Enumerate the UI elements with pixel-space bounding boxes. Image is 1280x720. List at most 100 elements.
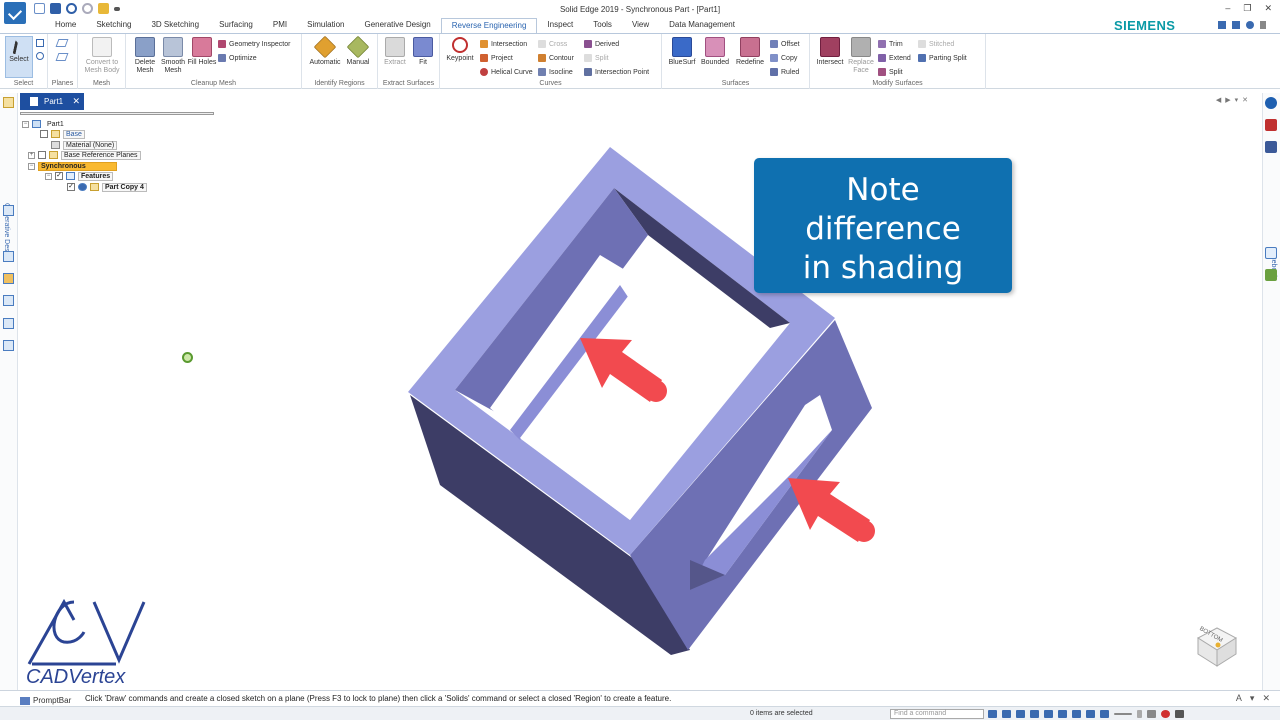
tab-3d-sketching[interactable]: 3D Sketching [141,18,209,33]
zoom-area-icon[interactable] [1002,710,1011,718]
select-tool[interactable]: Select [4,37,34,64]
tree-row-synchronous[interactable]: − Synchronous [28,161,117,171]
layers-icon[interactable] [3,251,14,262]
helical-curve-button[interactable]: Helical Curve [480,67,533,77]
family-icon[interactable] [3,295,14,306]
close-document-icon[interactable]: ✕ [72,96,80,107]
tab-generative-design[interactable]: Generative Design [354,18,440,33]
parting-split-button[interactable]: Parting Split [918,53,967,63]
curve-split-button[interactable]: Split [584,53,609,63]
delete-mesh-button[interactable]: Delete Mesh [130,37,160,75]
collapse-icon[interactable]: − [22,120,29,128]
bluesurf-button[interactable]: BlueSurf [666,37,698,67]
help-icon[interactable] [1246,21,1254,29]
part-copy-checkbox[interactable]: ✓ [67,183,75,191]
rotate-icon[interactable] [1044,710,1053,718]
convert-to-mesh-button[interactable]: Convert to Mesh Body [83,37,121,75]
view-orientation-icon[interactable] [1058,710,1067,718]
select-mode-icon[interactable] [36,52,44,60]
intersection-point-button[interactable]: Intersection Point [584,67,649,77]
split-surface-button[interactable]: Split [878,67,903,77]
minimize-button[interactable]: – [1225,3,1230,14]
sensors-icon[interactable] [3,340,14,351]
expand-icon[interactable]: + [28,151,35,159]
promptbar-dropdown-icon[interactable]: ▾ [1250,693,1255,704]
extract-button[interactable]: Extract [380,37,410,67]
pan-icon[interactable] [1030,710,1039,718]
contour-button[interactable]: Contour [538,53,574,63]
copy-button[interactable]: Copy [770,53,797,63]
tab-sketching[interactable]: Sketching [86,18,141,33]
keypoint-button[interactable]: Keypoint [444,37,476,63]
zoom-in-icon[interactable] [1147,710,1156,718]
layout-icon[interactable] [1232,21,1240,29]
youtube-icon[interactable] [1265,119,1277,131]
shaded-view-icon[interactable] [1072,710,1081,718]
promptbar-tab[interactable]: PromptBar [20,695,82,706]
pin-icon[interactable] [3,97,14,108]
fit-view-icon[interactable] [988,710,997,718]
tree-row-material[interactable]: Material (None) [51,140,118,150]
library-icon[interactable] [3,273,14,284]
cross-button[interactable]: Cross [538,39,567,49]
tree-row-features[interactable]: − ✓ Features [45,171,114,181]
zoom-icon[interactable] [1016,710,1025,718]
font-size-icon[interactable]: A [1236,693,1242,704]
tab-home[interactable]: Home [45,18,86,33]
project-button[interactable]: Project [480,53,513,63]
zoom-slider-handle[interactable] [1137,710,1142,718]
assembly-icon[interactable] [3,318,14,329]
tree-row-part1[interactable]: − Part1 [22,119,67,129]
record-icon[interactable] [1161,710,1170,718]
view-cube[interactable] [1192,618,1242,668]
base-checkbox[interactable] [40,130,48,138]
tab-surfacing[interactable]: Surfacing [209,18,263,33]
plane-icon[interactable] [55,53,69,61]
manual-button[interactable]: Manual [342,35,374,67]
close-button[interactable]: ✕ [1264,3,1272,14]
tab-reverse-engineering[interactable]: Reverse Engineering [440,18,538,33]
tree-row-part-copy[interactable]: ✓ Part Copy 4 [67,182,147,192]
options-icon[interactable] [1218,21,1226,29]
tab-view[interactable]: View [622,18,659,33]
plane-icon[interactable] [55,39,69,47]
smooth-mesh-button[interactable]: Smooth Mesh [158,37,188,75]
fit-button[interactable]: Fit [408,37,438,67]
geometry-inspector-button[interactable]: Geometry Inspector [218,39,290,49]
pathfinder-icon[interactable] [3,205,14,216]
help-circle-icon[interactable] [1265,97,1277,109]
trim-button[interactable]: Trim [878,39,903,49]
redefine-button[interactable]: Redefine [733,37,767,67]
tab-simulation[interactable]: Simulation [297,18,354,33]
named-views-icon[interactable] [1086,710,1095,718]
tree-row-base-ref-planes[interactable]: + Base Reference Planes [28,150,141,160]
collapse-ribbon-icon[interactable] [1260,21,1266,29]
document-nav-arrows[interactable]: ◀▶▾✕ [1216,96,1252,104]
document-tab-part1[interactable]: Part1 ✕ [20,93,84,110]
ruled-button[interactable]: Ruled [770,67,799,77]
isocline-button[interactable]: Isocline [538,67,573,77]
tab-inspect[interactable]: Inspect [537,18,583,33]
intersection-button[interactable]: Intersection [480,39,527,49]
features-checkbox[interactable]: ✓ [55,172,63,180]
fill-holes-button[interactable]: Fill Holes [187,37,217,67]
offset-button[interactable]: Offset [770,39,800,49]
select-filter-icon[interactable] [36,39,44,47]
tree-row-base[interactable]: Base [40,129,85,139]
restore-button[interactable]: ❐ [1243,3,1251,14]
replace-face-button[interactable]: Replace Face [846,37,876,75]
promptbar-close-icon[interactable]: ✕ [1262,693,1270,704]
ref-planes-checkbox[interactable] [38,151,46,159]
sketch-view-icon[interactable] [1100,710,1109,718]
collapse-icon[interactable]: − [28,162,35,170]
optimize-button[interactable]: Optimize [218,53,257,63]
derived-button[interactable]: Derived [584,39,619,49]
stitched-button[interactable]: Stitched [918,39,954,49]
regenerate-icon[interactable] [182,352,193,363]
properties-icon[interactable] [1265,247,1277,259]
bounded-button[interactable]: Bounded [699,37,731,67]
facebook-icon[interactable] [1265,141,1277,153]
collapse-icon[interactable]: − [45,172,52,180]
automatic-button[interactable]: Automatic [308,35,342,67]
status-close-icon[interactable] [1175,710,1184,718]
